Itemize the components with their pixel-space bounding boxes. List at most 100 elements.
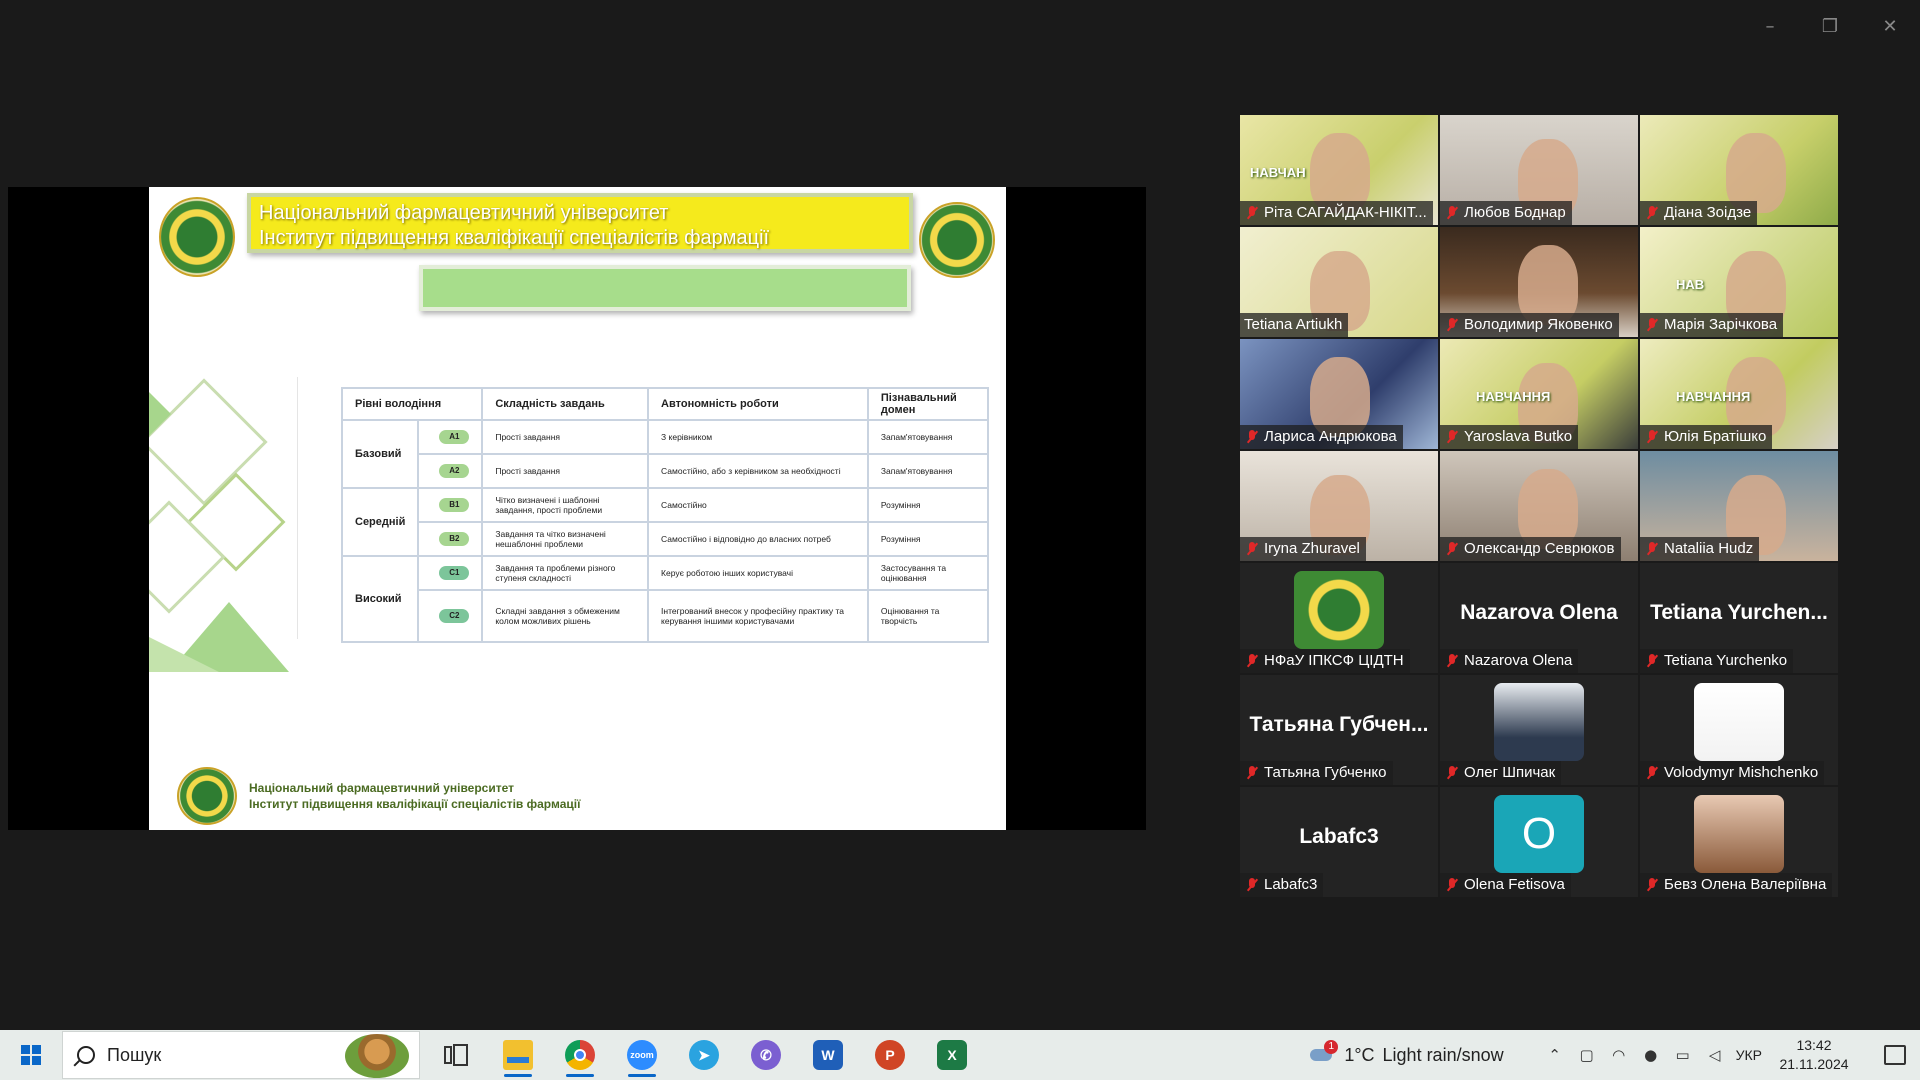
code-cell: B1: [417, 487, 484, 523]
weather-badge: 1: [1324, 1040, 1339, 1054]
participant-tile[interactable]: O Olena Fetisova: [1440, 787, 1638, 897]
complexity-cell: Завдання та чітко визначені нешаблонні п…: [481, 521, 650, 557]
participant-name-bar: Nazarova Olena: [1440, 649, 1579, 673]
powerpoint-icon[interactable]: P: [868, 1032, 912, 1078]
device-icon[interactable]: ▢: [1576, 1046, 1598, 1064]
participant-tile[interactable]: НАВЧАННЯ Yaroslava Butko: [1440, 339, 1638, 449]
participant-avatar: [1694, 683, 1784, 761]
table-row: A2 Прості завдання Самостійно, або з кер…: [342, 453, 990, 489]
viber-icon[interactable]: ✆: [744, 1032, 788, 1078]
participant-avatar: [1294, 571, 1384, 649]
muted-mic-icon: [1444, 765, 1460, 781]
volume-icon[interactable]: ◁: [1704, 1046, 1726, 1064]
participant-name: Iryna Zhuravel: [1264, 540, 1360, 557]
participant-tile[interactable]: Володимир Яковенко: [1440, 227, 1638, 337]
participant-avatar: [1494, 683, 1584, 761]
weather-widget[interactable]: 1 1°C Light rain/snow: [1308, 1040, 1504, 1066]
participant-tile[interactable]: Діана Зоідзе: [1640, 115, 1838, 225]
level-code-badge: A1: [439, 430, 470, 444]
participant-tile[interactable]: Nazarova Olena Nazarova Olena: [1440, 563, 1638, 673]
chrome-icon[interactable]: [558, 1032, 602, 1078]
complexity-cell: Складні завдання з обмеженим колом можли…: [481, 589, 650, 643]
wifi-icon[interactable]: ◠: [1608, 1046, 1630, 1064]
search-placeholder: Пошук: [107, 1044, 162, 1065]
zoom-meeting-window: – ❐ ✕ Національний фармацевтичний універ…: [0, 0, 1920, 1080]
microphone-icon[interactable]: ●: [1640, 1046, 1662, 1064]
participant-tile[interactable]: Tetiana Yurchen... Tetiana Yurchenko: [1640, 563, 1838, 673]
participant-name-bar: Бевз Олена Валеріївна: [1640, 873, 1833, 897]
muted-mic-icon: [1644, 429, 1660, 445]
word-icon[interactable]: W: [806, 1032, 850, 1078]
taskbar-apps: zoom ➤ ✆ W P X: [434, 1032, 974, 1078]
participant-tile[interactable]: Олександр Севрюков: [1440, 451, 1638, 561]
restore-button[interactable]: ❐: [1810, 10, 1850, 42]
level-code-badge: B2: [439, 532, 470, 546]
participant-tile[interactable]: НФаУ ІПКСФ ЦІДТН: [1240, 563, 1438, 673]
virtual-background-text: НАВЧАННЯ: [1676, 389, 1751, 404]
participant-tile[interactable]: Бевз Олена Валеріївна: [1640, 787, 1838, 897]
participant-tile[interactable]: Олег Шпичак: [1440, 675, 1638, 785]
shared-screen[interactable]: Національний фармацевтичний університет …: [8, 187, 1146, 830]
virtual-background-text: НАВЧАННЯ: [1476, 389, 1551, 404]
decorative-divider: [297, 377, 298, 639]
participant-tile[interactable]: Volodymyr Mishchenko: [1640, 675, 1838, 785]
level-code-badge: C1: [439, 566, 470, 580]
battery-icon[interactable]: ▭: [1672, 1046, 1694, 1064]
start-button[interactable]: [0, 1030, 62, 1080]
notifications-icon[interactable]: [1884, 1045, 1906, 1065]
windows-taskbar: Пошук zoom ➤ ✆ W P X 1 1°C Light rain/sn…: [0, 1030, 1920, 1080]
windows-logo-icon: [21, 1045, 41, 1065]
file-explorer-icon[interactable]: [496, 1032, 540, 1078]
muted-mic-icon: [1644, 877, 1660, 893]
telegram-icon[interactable]: ➤: [682, 1032, 726, 1078]
chevron-up-icon[interactable]: ⌃: [1544, 1046, 1566, 1064]
language-indicator[interactable]: УКР: [1736, 1047, 1762, 1063]
level-code-badge: B1: [439, 498, 470, 512]
participant-tile[interactable]: НАВЧАН Ріта САГАЙДАК-НІКІТ...: [1240, 115, 1438, 225]
participant-tile[interactable]: НАВ Марія Зарічкова: [1640, 227, 1838, 337]
participant-name: Ріта САГАЙДАК-НІКІТ...: [1264, 204, 1427, 221]
clock[interactable]: 13:42 21.11.2024: [1772, 1036, 1856, 1074]
close-button[interactable]: ✕: [1870, 10, 1910, 42]
participant-tile[interactable]: Любов Боднар: [1440, 115, 1638, 225]
participant-display-name: Labafc3: [1299, 825, 1379, 848]
participant-name: Volodymyr Mishchenko: [1664, 764, 1819, 781]
task-view-icon[interactable]: [434, 1032, 478, 1078]
participant-name: Olena Fetisova: [1464, 876, 1565, 893]
participant-tile[interactable]: Tetiana Artiukh: [1240, 227, 1438, 337]
table-header: Складність завдань: [481, 387, 650, 421]
participant-display-name: Nazarova Olena: [1460, 601, 1618, 624]
participant-name: Nataliia Hudz: [1664, 540, 1754, 557]
code-cell: C2: [417, 589, 484, 643]
weather-temp: 1°C: [1344, 1044, 1375, 1065]
search-highlight-lion-icon: [345, 1034, 409, 1078]
participant-name-bar: Labafc3: [1240, 873, 1324, 897]
participant-tile[interactable]: НАВЧАННЯ Юлія Братішко: [1640, 339, 1838, 449]
complexity-cell: Прості завдання: [481, 453, 650, 489]
participant-name-bar: Volodymyr Mishchenko: [1640, 761, 1825, 785]
participant-initial-avatar: O: [1494, 795, 1584, 873]
zoom-icon[interactable]: zoom: [620, 1032, 664, 1078]
participant-tile[interactable]: Nataliia Hudz: [1640, 451, 1838, 561]
proficiency-levels-table: Рівні володіння Складність завдань Автон…: [340, 387, 990, 643]
clock-date: 21.11.2024: [1779, 1056, 1849, 1072]
muted-mic-icon: [1244, 429, 1260, 445]
minimize-button[interactable]: –: [1750, 10, 1790, 42]
participant-name: НФаУ ІПКСФ ЦІДТН: [1264, 652, 1404, 669]
excel-icon[interactable]: X: [930, 1032, 974, 1078]
participant-name-bar: Марія Зарічкова: [1640, 313, 1784, 337]
participant-tile[interactable]: Лариса Андрюкова: [1240, 339, 1438, 449]
participant-tile[interactable]: Iryna Zhuravel: [1240, 451, 1438, 561]
taskbar-search[interactable]: Пошук: [62, 1031, 420, 1079]
participant-name: Бевз Олена Валеріївна: [1664, 876, 1827, 893]
participant-tile[interactable]: Татьяна Губчен... Татьяна Губченко: [1240, 675, 1438, 785]
window-controls: – ❐ ✕: [1750, 10, 1910, 42]
participant-tile[interactable]: Labafc3 Labafc3: [1240, 787, 1438, 897]
institute-logo-icon: [919, 202, 995, 278]
autonomy-cell: Самостійно, або з керівником за необхідн…: [647, 453, 869, 489]
autonomy-cell: З керівником: [647, 419, 869, 455]
participant-display-name: Tetiana Yurchen...: [1650, 601, 1828, 624]
muted-mic-icon: [1644, 541, 1660, 557]
domain-cell: Розуміння: [866, 487, 990, 523]
participant-name-bar: Ріта САГАЙДАК-НІКІТ...: [1240, 201, 1433, 225]
